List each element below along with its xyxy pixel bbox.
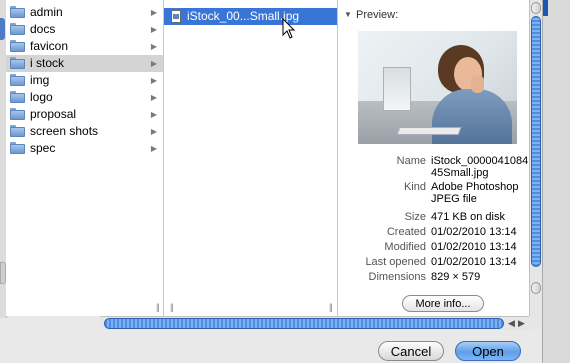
disclosure-arrow-icon: ▶ xyxy=(150,59,157,68)
info-value: 01/02/2010 13:14 xyxy=(431,226,517,238)
info-value: 829 × 579 xyxy=(431,271,481,283)
vertical-scrollbar[interactable] xyxy=(529,0,542,316)
scroll-up-cap[interactable] xyxy=(531,2,541,14)
info-value: 01/02/2010 13:14 xyxy=(431,256,517,268)
folder-label: favicon xyxy=(30,39,69,53)
folder-row[interactable]: docs ▶ xyxy=(6,21,163,38)
folder-row[interactable]: logo ▶ xyxy=(6,89,163,106)
info-value: 01/02/2010 13:14 xyxy=(431,241,517,253)
info-row: Last opened 01/02/2010 13:14 xyxy=(338,256,529,271)
info-row: Kind Adobe Photoshop JPEG file xyxy=(338,181,529,211)
info-key: Last opened xyxy=(365,256,426,268)
disclosure-arrow-icon: ▶ xyxy=(150,8,157,17)
info-key: Dimensions xyxy=(368,271,426,283)
folder-icon xyxy=(10,142,25,154)
folder-label: docs xyxy=(30,22,56,36)
column-resize-grip[interactable]: || xyxy=(156,302,160,312)
disclosure-arrow-icon: ▶ xyxy=(150,42,157,51)
folder-row[interactable]: screen shots ▶ xyxy=(6,123,163,140)
folder-row[interactable]: spec ▶ xyxy=(6,140,163,157)
info-key: Kind xyxy=(403,181,426,193)
folder-label: screen shots xyxy=(30,124,99,138)
disclosure-arrow-icon: ▶ xyxy=(150,144,157,153)
folder-icon xyxy=(10,74,25,86)
scroll-down-cap[interactable] xyxy=(531,282,541,294)
folder-icon xyxy=(10,125,25,137)
disclosure-triangle-icon[interactable]: ▼ xyxy=(344,10,352,19)
file-column: iStock_00...Small.jpg || || xyxy=(164,0,338,316)
folder-row[interactable]: admin ▶ xyxy=(6,4,163,21)
scroll-right-arrow-icon[interactable]: ▶ xyxy=(518,317,525,330)
sidebar-selection-edge xyxy=(0,18,5,40)
file-row-selected[interactable]: iStock_00...Small.jpg xyxy=(164,8,337,25)
info-key: Name xyxy=(396,155,426,167)
disclosure-arrow-icon: ▶ xyxy=(150,127,157,136)
resize-corner xyxy=(529,316,542,329)
folder-label: img xyxy=(30,73,50,87)
column-browser: admin ▶ docs ▶ favicon ▶ i stock ▶ img ▶ logo… xyxy=(6,0,529,316)
info-row: Modified 01/02/2010 13:14 xyxy=(338,241,529,256)
info-row: Created 01/02/2010 13:14 xyxy=(338,226,529,241)
column-resize-grip[interactable]: || xyxy=(170,302,174,312)
info-row: Name iStock_000004108445Small.jpg xyxy=(338,155,529,181)
disclosure-arrow-icon: ▶ xyxy=(150,25,157,34)
image-file-icon xyxy=(171,10,181,23)
folder-row-selected[interactable]: i stock ▶ xyxy=(6,55,163,72)
info-row: Size 471 KB on disk xyxy=(338,211,529,226)
folder-label: proposal xyxy=(30,107,77,121)
column-resize-grip[interactable]: || xyxy=(329,302,333,312)
file-info: Name iStock_000004108445Small.jpg Kind A… xyxy=(338,155,529,286)
folder-icon xyxy=(10,91,25,103)
folder-label: admin xyxy=(30,5,63,19)
disclosure-arrow-icon: ▶ xyxy=(150,110,157,119)
scroll-left-arrow-icon[interactable]: ◀ xyxy=(508,317,515,330)
folder-icon xyxy=(10,6,25,18)
info-key: Modified xyxy=(384,241,426,253)
folder-label: i stock xyxy=(30,56,65,70)
info-row: Dimensions 829 × 579 xyxy=(338,271,529,286)
info-value: Adobe Photoshop JPEG file xyxy=(431,181,519,205)
vertical-scroll-thumb[interactable] xyxy=(531,16,541,267)
preview-title: Preview: xyxy=(356,9,399,21)
more-info-button[interactable]: More info... xyxy=(402,295,484,312)
folder-row[interactable]: img ▶ xyxy=(6,72,163,89)
folder-label: logo xyxy=(30,90,53,104)
preview-image xyxy=(358,31,517,144)
cancel-button[interactable]: Cancel xyxy=(378,341,444,361)
folder-row[interactable]: favicon ▶ xyxy=(6,38,163,55)
horizontal-scrollbar[interactable]: ◀ ▶ xyxy=(100,316,529,330)
folder-icon xyxy=(10,40,25,52)
preview-column: ▼ Preview: Name iStock_000004108445Small… xyxy=(338,0,529,316)
disclosure-arrow-icon: ▶ xyxy=(150,93,157,102)
folder-label: spec xyxy=(30,141,56,155)
folder-column: admin ▶ docs ▶ favicon ▶ i stock ▶ img ▶ logo… xyxy=(6,0,164,316)
folder-icon xyxy=(10,108,25,120)
info-value: 471 KB on disk xyxy=(431,211,505,223)
window-edge xyxy=(542,0,570,363)
info-key: Size xyxy=(404,211,426,223)
info-value: iStock_000004108445Small.jpg xyxy=(431,155,529,179)
folder-icon xyxy=(10,23,25,35)
open-button[interactable]: Open xyxy=(455,341,521,361)
disclosure-arrow-icon: ▶ xyxy=(150,76,157,85)
mouse-pointer-icon xyxy=(282,18,296,39)
folder-icon xyxy=(10,57,25,69)
horizontal-scroll-thumb[interactable] xyxy=(104,318,504,329)
info-key: Created xyxy=(386,226,426,238)
folder-row[interactable]: proposal ▶ xyxy=(6,106,163,123)
